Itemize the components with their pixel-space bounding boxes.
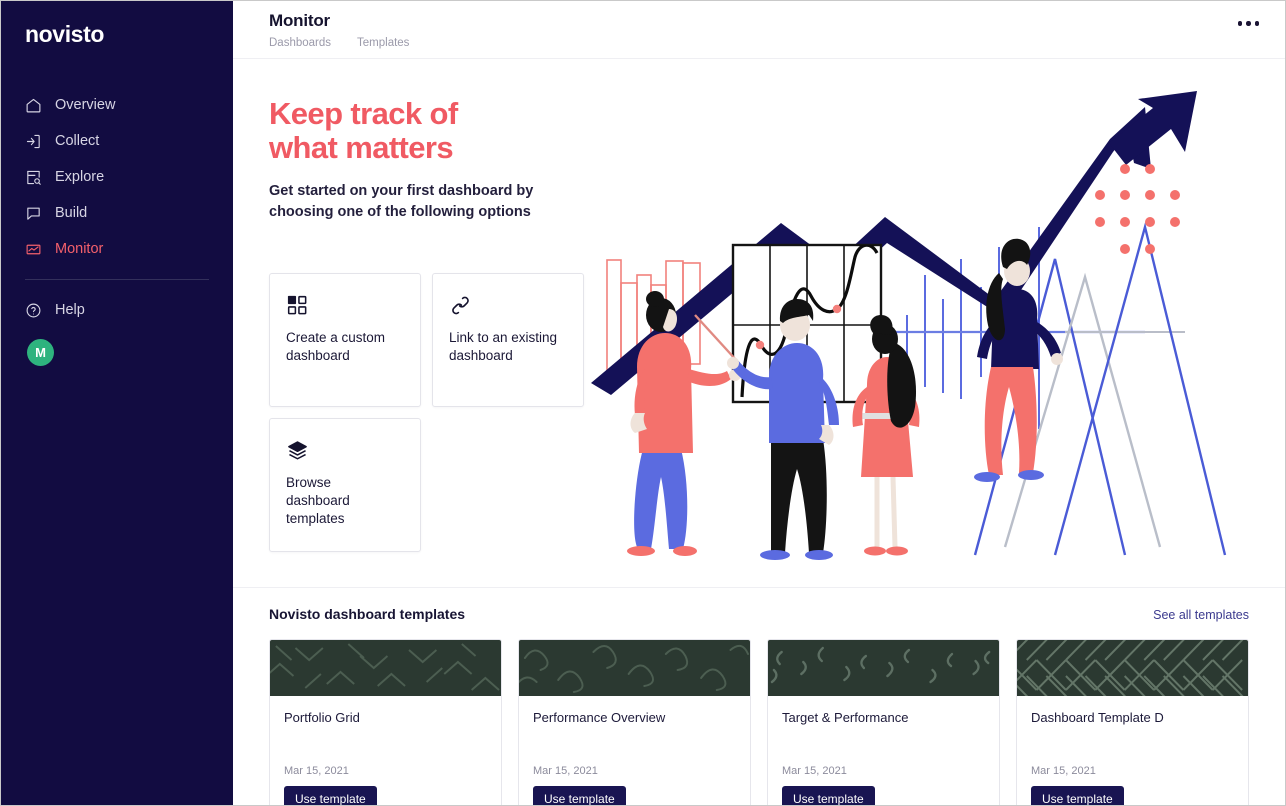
main-content: Monitor Dashboards Templates Keep track … xyxy=(233,1,1285,805)
sidebar-item-label: Explore xyxy=(55,169,105,185)
template-date: Mar 15, 2021 xyxy=(782,765,847,777)
people-with-growth-chart-illustration xyxy=(585,77,1255,577)
option-card-label: Link to an existing dashboard xyxy=(449,330,558,363)
option-card-label: Browse dashboard templates xyxy=(286,475,350,526)
explore-document-search-icon xyxy=(25,169,42,186)
collect-arrow-in-box-icon xyxy=(25,133,42,150)
monitor-chart-icon xyxy=(25,241,42,258)
option-card-link-existing-dashboard[interactable]: Link to an existing dashboard xyxy=(432,273,584,407)
sidebar: novisto Overview Collect Explore Build M… xyxy=(1,1,233,805)
person-climbing xyxy=(974,238,1063,482)
avatar[interactable]: M xyxy=(27,339,54,366)
template-name: Dashboard Template D xyxy=(1031,710,1164,725)
build-speech-bubble-icon xyxy=(25,205,42,222)
template-card-body: Dashboard Template D Mar 15, 2021 Use te… xyxy=(1017,696,1248,805)
option-card-browse-templates[interactable]: Browse dashboard templates xyxy=(269,418,421,552)
template-card[interactable]: Dashboard Template D Mar 15, 2021 Use te… xyxy=(1016,639,1249,805)
template-thumbnail-squiggle xyxy=(519,640,750,696)
layers-stack-icon xyxy=(286,439,404,465)
template-date: Mar 15, 2021 xyxy=(1031,765,1096,777)
sidebar-divider xyxy=(25,279,209,280)
see-all-templates-link[interactable]: See all templates xyxy=(1153,608,1249,622)
sidebar-item-label: Overview xyxy=(55,97,116,113)
option-card-list: Create a custom dashboard Link to an exi… xyxy=(269,273,591,552)
template-thumbnail-zigzag xyxy=(270,640,501,696)
template-thumbnail-comma xyxy=(768,640,999,696)
hero-section: Keep track of what matters Get started o… xyxy=(233,59,1285,587)
template-name: Performance Overview xyxy=(533,710,666,725)
hero-text-block: Keep track of what matters Get started o… xyxy=(269,97,599,223)
app-window: novisto Overview Collect Explore Build M… xyxy=(0,0,1286,806)
template-date: Mar 15, 2021 xyxy=(284,765,349,777)
template-card[interactable]: Target & Performance Mar 15, 2021 Use te… xyxy=(767,639,1000,805)
hero-title: Keep track of what matters xyxy=(269,96,458,165)
grid-squares-icon xyxy=(286,294,404,320)
use-template-button[interactable]: Use template xyxy=(284,786,377,805)
use-template-button[interactable]: Use template xyxy=(782,786,875,805)
option-card-create-custom-dashboard[interactable]: Create a custom dashboard xyxy=(269,273,421,407)
use-template-button[interactable]: Use template xyxy=(533,786,626,805)
sidebar-item-label: Monitor xyxy=(55,241,104,257)
sidebar-item-explore[interactable]: Explore xyxy=(1,159,233,195)
templates-section-title: Novisto dashboard templates xyxy=(269,606,466,622)
brand-logo[interactable]: novisto xyxy=(1,19,233,49)
template-card[interactable]: Performance Overview Mar 15, 2021 Use te… xyxy=(518,639,751,805)
template-thumbnail-herringbone xyxy=(1017,640,1248,696)
person-pointer xyxy=(694,299,839,560)
template-card[interactable]: Portfolio Grid Mar 15, 2021 Use template xyxy=(269,639,502,805)
tab-dashboards[interactable]: Dashboards xyxy=(269,37,331,52)
page-title: Monitor xyxy=(269,11,330,30)
tab-bar: Dashboards Templates xyxy=(269,37,1261,52)
hero-subtitle: Get started on your first dashboard by c… xyxy=(269,183,534,220)
sidebar-item-build[interactable]: Build xyxy=(1,195,233,231)
kebab-menu-icon[interactable] xyxy=(1234,17,1264,30)
template-name: Target & Performance xyxy=(782,710,909,725)
template-date: Mar 15, 2021 xyxy=(533,765,598,777)
template-card-body: Target & Performance Mar 15, 2021 Use te… xyxy=(768,696,999,805)
sidebar-item-help[interactable]: Help xyxy=(1,292,233,328)
question-circle-icon xyxy=(25,302,42,319)
option-card-label: Create a custom dashboard xyxy=(286,330,386,363)
template-card-body: Performance Overview Mar 15, 2021 Use te… xyxy=(519,696,750,805)
topbar: Monitor Dashboards Templates xyxy=(233,1,1285,59)
template-name: Portfolio Grid xyxy=(284,710,360,725)
home-icon xyxy=(25,97,42,114)
template-card-list: Portfolio Grid Mar 15, 2021 Use template xyxy=(269,639,1249,805)
tab-templates[interactable]: Templates xyxy=(357,37,409,52)
template-card-body: Portfolio Grid Mar 15, 2021 Use template xyxy=(270,696,501,805)
sidebar-item-overview[interactable]: Overview xyxy=(1,87,233,123)
templates-header: Novisto dashboard templates See all temp… xyxy=(269,606,1249,622)
use-template-button[interactable]: Use template xyxy=(1031,786,1124,805)
templates-section: Novisto dashboard templates See all temp… xyxy=(233,587,1285,805)
sidebar-item-label: Build xyxy=(55,205,88,221)
person-left xyxy=(627,291,741,556)
sidebar-item-monitor[interactable]: Monitor xyxy=(1,231,233,267)
link-chain-icon xyxy=(449,294,567,320)
sidebar-item-collect[interactable]: Collect xyxy=(1,123,233,159)
sidebar-item-label: Collect xyxy=(55,133,100,149)
sidebar-item-label: Help xyxy=(55,302,85,318)
person-dress xyxy=(852,315,920,556)
